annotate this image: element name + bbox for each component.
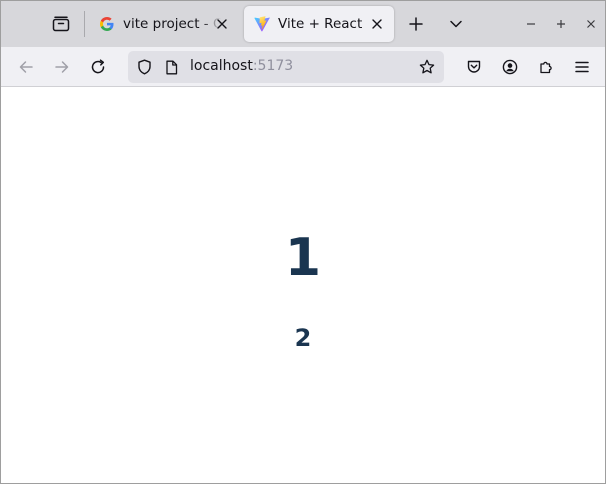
firefox-view-icon <box>52 16 70 32</box>
vite-logo-icon <box>254 16 270 32</box>
pocket-icon <box>467 60 481 73</box>
tab-title: vite project - Google Search <box>123 16 221 32</box>
app-menu-button[interactable] <box>568 53 596 81</box>
tracking-protection-shield-icon[interactable] <box>136 59 152 75</box>
list-all-tabs-button[interactable] <box>443 11 469 37</box>
browser-window: vite project - Google Search <box>0 0 606 484</box>
url-host: localhost <box>190 58 253 74</box>
close-tab-icon[interactable] <box>368 15 386 33</box>
account-button[interactable] <box>496 53 524 81</box>
maximize-button[interactable] <box>550 13 572 35</box>
back-button[interactable] <box>12 53 40 81</box>
heading-two: 2 <box>294 324 312 352</box>
page-info-icon[interactable] <box>163 59 179 75</box>
chevron-down-icon <box>450 20 462 28</box>
tab-title: Vite + React <box>278 16 363 32</box>
navigation-toolbar: localhost:5173 <box>1 47 605 87</box>
minimize-button[interactable] <box>520 13 542 35</box>
extensions-button[interactable] <box>532 53 560 81</box>
close-icon <box>587 20 595 28</box>
tab-strip: vite project - Google Search <box>1 1 605 47</box>
page-content: 1 2 <box>1 88 605 483</box>
forward-button[interactable] <box>48 53 76 81</box>
minimize-icon <box>527 23 535 25</box>
tab-vite-react[interactable]: Vite + React <box>244 6 394 42</box>
close-window-button[interactable] <box>580 13 602 35</box>
save-to-pocket-button[interactable] <box>460 53 488 81</box>
close-tab-icon[interactable] <box>213 15 231 33</box>
url-text[interactable]: localhost:5173 <box>190 58 293 74</box>
new-tab-button[interactable] <box>403 11 429 37</box>
bookmark-star-icon[interactable] <box>419 59 435 75</box>
plus-icon <box>409 17 423 31</box>
puzzle-piece-icon <box>540 61 552 74</box>
hamburger-menu-icon <box>575 61 589 73</box>
tab-separator <box>84 11 85 37</box>
url-bar[interactable]: localhost:5173 <box>128 51 444 83</box>
reload-icon <box>91 59 105 74</box>
maximize-icon <box>557 20 565 28</box>
arrow-right-icon <box>55 61 69 73</box>
account-icon <box>502 59 518 75</box>
heading-one: 1 <box>284 228 322 288</box>
firefox-view-button[interactable] <box>43 9 79 39</box>
google-g-icon <box>99 16 115 32</box>
reload-button[interactable] <box>84 53 112 81</box>
url-port: :5173 <box>252 58 294 74</box>
arrow-left-icon <box>19 61 33 73</box>
tab-google-search[interactable]: vite project - Google Search <box>89 6 239 42</box>
